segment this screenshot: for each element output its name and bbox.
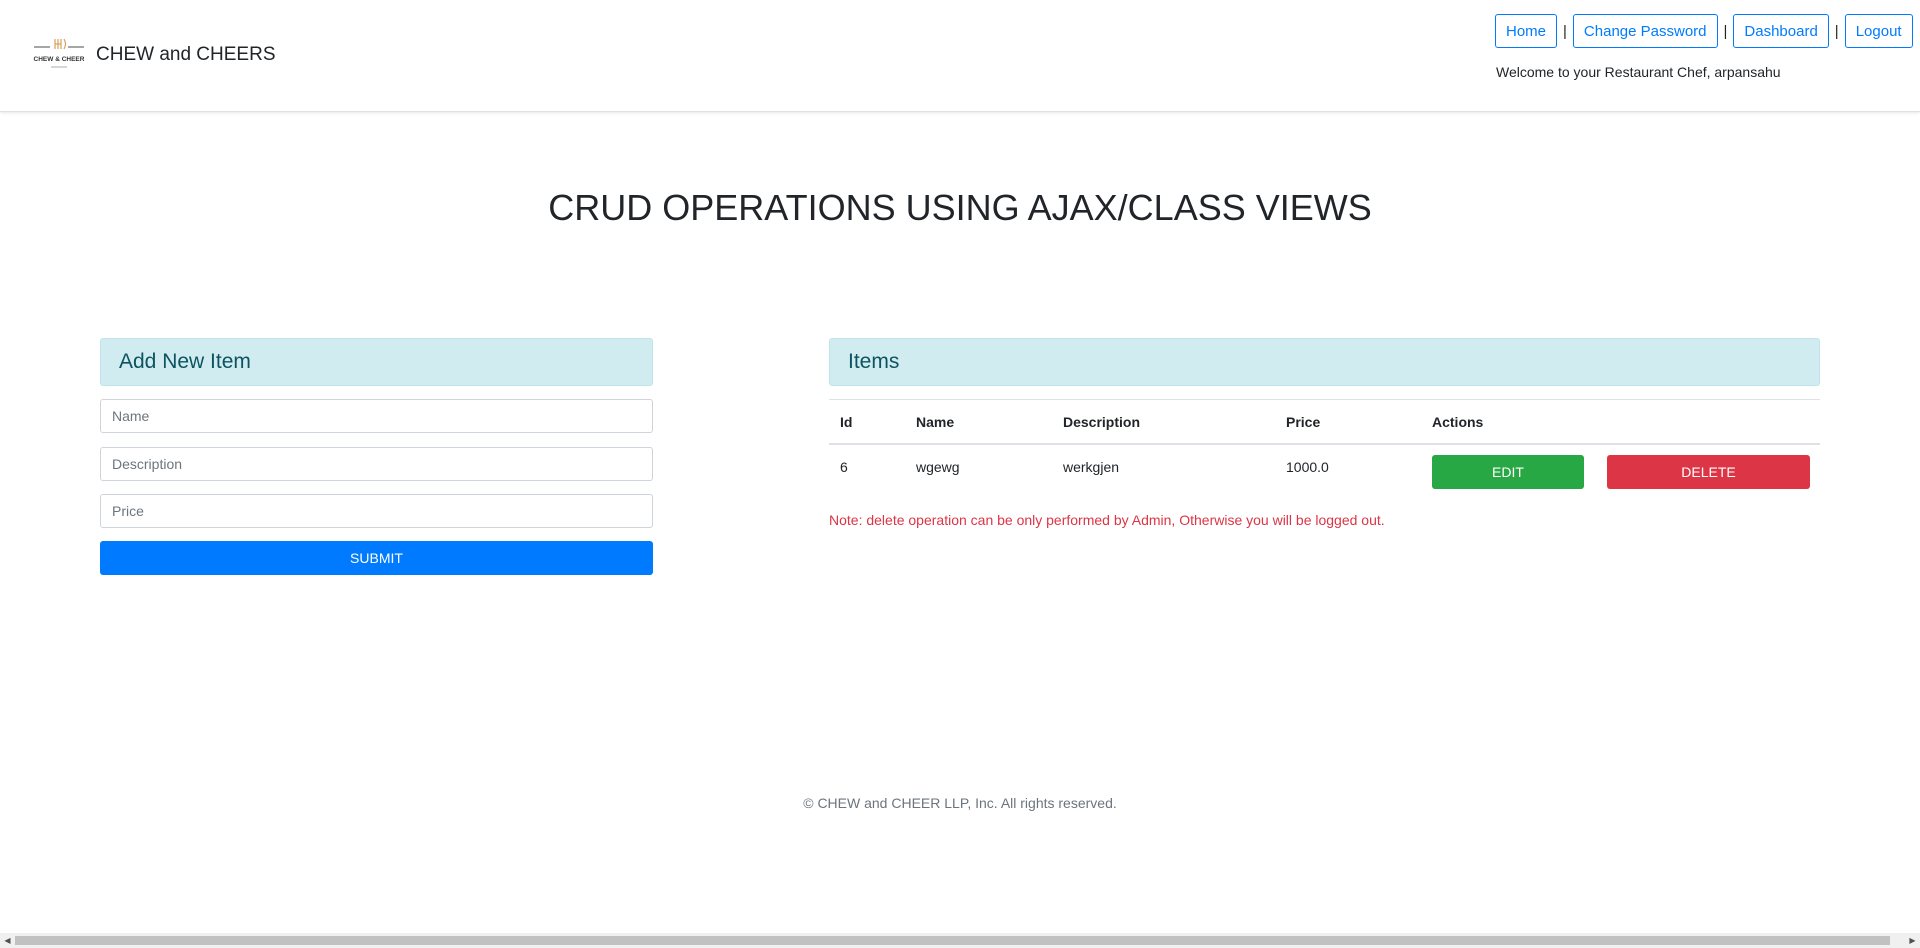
delete-note: Note: delete operation can be only perfo… (829, 512, 1385, 528)
nav-separator: | (1834, 22, 1839, 40)
column-header-empty (1596, 399, 1820, 445)
items-header: Items (829, 338, 1820, 386)
page-title: CRUD OPERATIONS USING AJAX/CLASS VIEWS (548, 187, 1372, 228)
horizontal-scrollbar[interactable]: ◀ ▶ (0, 933, 1920, 948)
price-input[interactable] (100, 494, 653, 528)
column-header-name: Name (905, 399, 1052, 445)
nav-dashboard-button[interactable]: Dashboard (1733, 14, 1829, 48)
nav-links: Home | Change Password | Dashboard | Log… (1495, 14, 1913, 48)
scrollbar-thumb[interactable] (15, 936, 1890, 945)
table-row: 6 wgewg werkgjen 1000.0 EDIT DELETE (829, 444, 1820, 499)
column-header-price: Price (1275, 399, 1421, 445)
welcome-message: Welcome to your Restaurant Chef, arpansa… (1496, 64, 1781, 80)
table-header-row: Id Name Description Price Actions (829, 399, 1820, 445)
cell-name: wgewg (916, 459, 960, 475)
nav-separator: | (1563, 22, 1567, 40)
nav-home-button[interactable]: Home (1495, 14, 1558, 48)
scroll-left-icon[interactable]: ◀ (0, 933, 15, 948)
name-input[interactable] (100, 399, 653, 433)
cell-price: 1000.0 (1286, 459, 1329, 475)
items-table: Id Name Description Price Actions 6 wgew… (829, 399, 1820, 499)
cell-description: werkgjen (1063, 459, 1120, 475)
delete-button[interactable]: DELETE (1607, 455, 1810, 489)
column-header-description: Description (1052, 399, 1275, 445)
description-input[interactable] (100, 447, 653, 481)
submit-button[interactable]: SUBMIT (100, 541, 653, 575)
cell-id: 6 (840, 459, 848, 475)
scroll-right-icon[interactable]: ▶ (1905, 933, 1920, 948)
cell-delete: DELETE (1596, 444, 1820, 499)
nav-separator: | (1723, 22, 1728, 40)
edit-button[interactable]: EDIT (1432, 455, 1584, 489)
add-item-header: Add New Item (100, 338, 653, 386)
footer-copyright: © CHEW and CHEER LLP, Inc. All rights re… (803, 795, 1117, 811)
top-navbar: CHEW & CHEER CHEW and CHEERS Home | Chan… (0, 0, 1920, 112)
nav-logout-button[interactable]: Logout (1844, 14, 1913, 48)
nav-change-password-button[interactable]: Change Password (1572, 14, 1718, 48)
column-header-id: Id (829, 399, 905, 445)
brand-logo[interactable]: CHEW & CHEER (32, 37, 86, 71)
brand-name[interactable]: CHEW and CHEERS (96, 44, 276, 66)
column-header-actions: Actions (1421, 399, 1596, 445)
svg-text:CHEW & CHEER: CHEW & CHEER (34, 56, 85, 63)
cell-edit: EDIT (1421, 444, 1596, 499)
